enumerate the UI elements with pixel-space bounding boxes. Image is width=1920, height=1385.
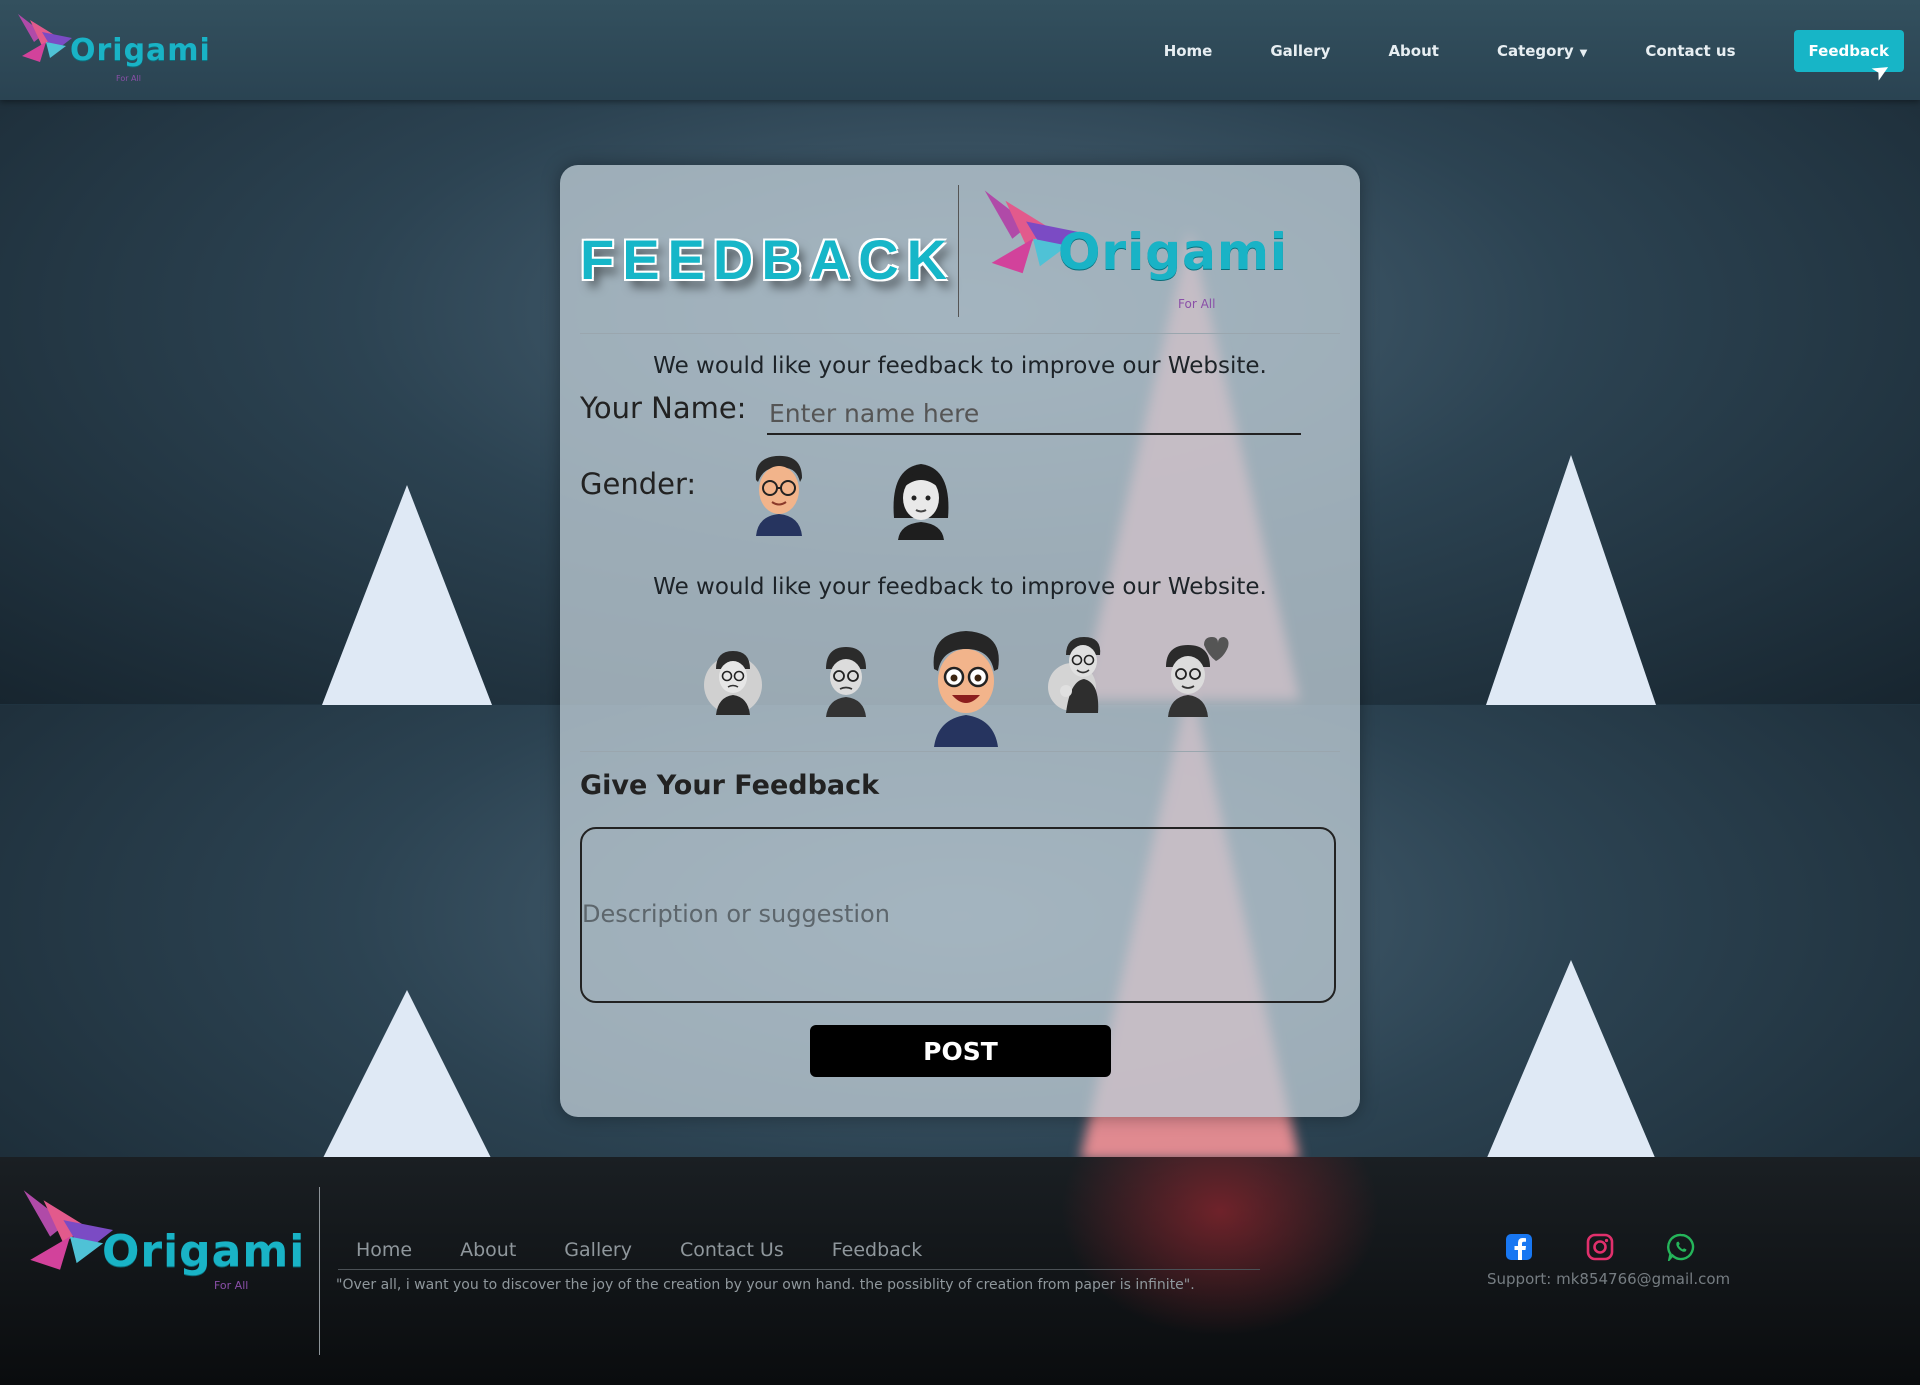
paper-plane-right bbox=[1486, 455, 1656, 705]
nav-category-dropdown[interactable]: Category ▼ bbox=[1497, 42, 1587, 60]
name-input[interactable] bbox=[767, 393, 1301, 435]
intro-text-1: We would like your feedback to improve o… bbox=[653, 353, 1267, 379]
footer-link-feedback[interactable]: Feedback bbox=[832, 1239, 922, 1261]
rating-rule bbox=[580, 751, 1340, 752]
male-avatar-icon[interactable] bbox=[746, 452, 812, 536]
footer-quote: "Over all, i want you to discover the jo… bbox=[336, 1277, 1195, 1293]
footer-rule bbox=[338, 1269, 1260, 1270]
footer-glow bbox=[1060, 1157, 1380, 1337]
nav-contact[interactable]: Contact us bbox=[1645, 42, 1735, 60]
paper-plane-left bbox=[322, 485, 492, 705]
nav-links: Home Gallery About Category ▼ Contact us … bbox=[1106, 30, 1904, 87]
chevron-down-icon: ▼ bbox=[1579, 48, 1588, 59]
logo-text: Origami bbox=[70, 33, 211, 68]
nav-gallery[interactable]: Gallery bbox=[1270, 42, 1330, 60]
footer-link-contact[interactable]: Contact Us bbox=[680, 1239, 784, 1261]
feedback-title: FEEDBACK bbox=[580, 228, 956, 291]
whatsapp-icon[interactable] bbox=[1667, 1233, 1695, 1261]
nav-feedback-label: Feedback bbox=[1808, 42, 1889, 60]
post-button[interactable]: POST bbox=[810, 1025, 1111, 1077]
footer-link-home[interactable]: Home bbox=[356, 1239, 412, 1261]
paper-plane-icon: ➤ bbox=[1866, 56, 1896, 87]
navbar: Origami For All Home Gallery About Categ… bbox=[0, 0, 1920, 100]
paper-plane-left-lower bbox=[322, 990, 492, 1157]
nav-category-label: Category bbox=[1496, 42, 1574, 60]
gender-label: Gender: bbox=[580, 467, 697, 501]
footer-link-gallery[interactable]: Gallery bbox=[564, 1239, 632, 1261]
card-logo-subtext: For All bbox=[1178, 297, 1216, 311]
origami-bird-icon bbox=[18, 14, 72, 62]
feedback-card: FEEDBACK Origami For All We would like y… bbox=[560, 165, 1360, 1117]
rating-very-bad-avatar-icon[interactable] bbox=[702, 643, 764, 715]
paper-plane-right-lower bbox=[1486, 960, 1656, 1157]
footer-logo-subtext: For All bbox=[214, 1279, 249, 1292]
footer: Origami For All Home About Gallery Conta… bbox=[0, 1157, 1920, 1385]
name-label: Your Name: bbox=[580, 391, 747, 425]
card-logo: Origami For All bbox=[978, 187, 1289, 311]
footer-logo[interactable]: Origami For All bbox=[18, 1187, 306, 1292]
rating-love-avatar-icon[interactable] bbox=[1160, 635, 1230, 717]
header-rule bbox=[580, 333, 1340, 334]
instagram-icon[interactable] bbox=[1586, 1233, 1614, 1261]
description-placeholder: Description or suggestion bbox=[582, 900, 890, 928]
give-feedback-title: Give Your Feedback bbox=[580, 770, 880, 801]
footer-logo-text: Origami bbox=[102, 1226, 306, 1277]
footer-links: Home About Gallery Contact Us Feedback bbox=[356, 1239, 970, 1261]
rating-good-avatar-icon[interactable] bbox=[1046, 633, 1108, 713]
support-email: Support: mk854766@gmail.com bbox=[1487, 1270, 1731, 1288]
nav-about[interactable]: About bbox=[1388, 42, 1439, 60]
rating-bad-avatar-icon[interactable] bbox=[816, 641, 876, 717]
nav-feedback-button[interactable]: Feedback ➤ bbox=[1793, 30, 1904, 87]
navbar-logo[interactable]: Origami For All bbox=[16, 12, 211, 83]
rating-neutral-avatar-icon[interactable] bbox=[924, 625, 1008, 747]
intro-text-2: We would like your feedback to improve o… bbox=[653, 574, 1267, 600]
footer-link-about[interactable]: About bbox=[460, 1239, 516, 1261]
card-logo-text: Origami bbox=[1058, 223, 1289, 281]
logo-subtext: For All bbox=[116, 74, 141, 83]
header-divider bbox=[958, 185, 959, 317]
footer-divider bbox=[319, 1187, 320, 1355]
card-header: FEEDBACK Origami For All bbox=[560, 165, 1360, 335]
female-avatar-icon[interactable] bbox=[886, 458, 956, 540]
facebook-icon[interactable] bbox=[1505, 1233, 1533, 1261]
nav-home[interactable]: Home bbox=[1164, 42, 1213, 60]
